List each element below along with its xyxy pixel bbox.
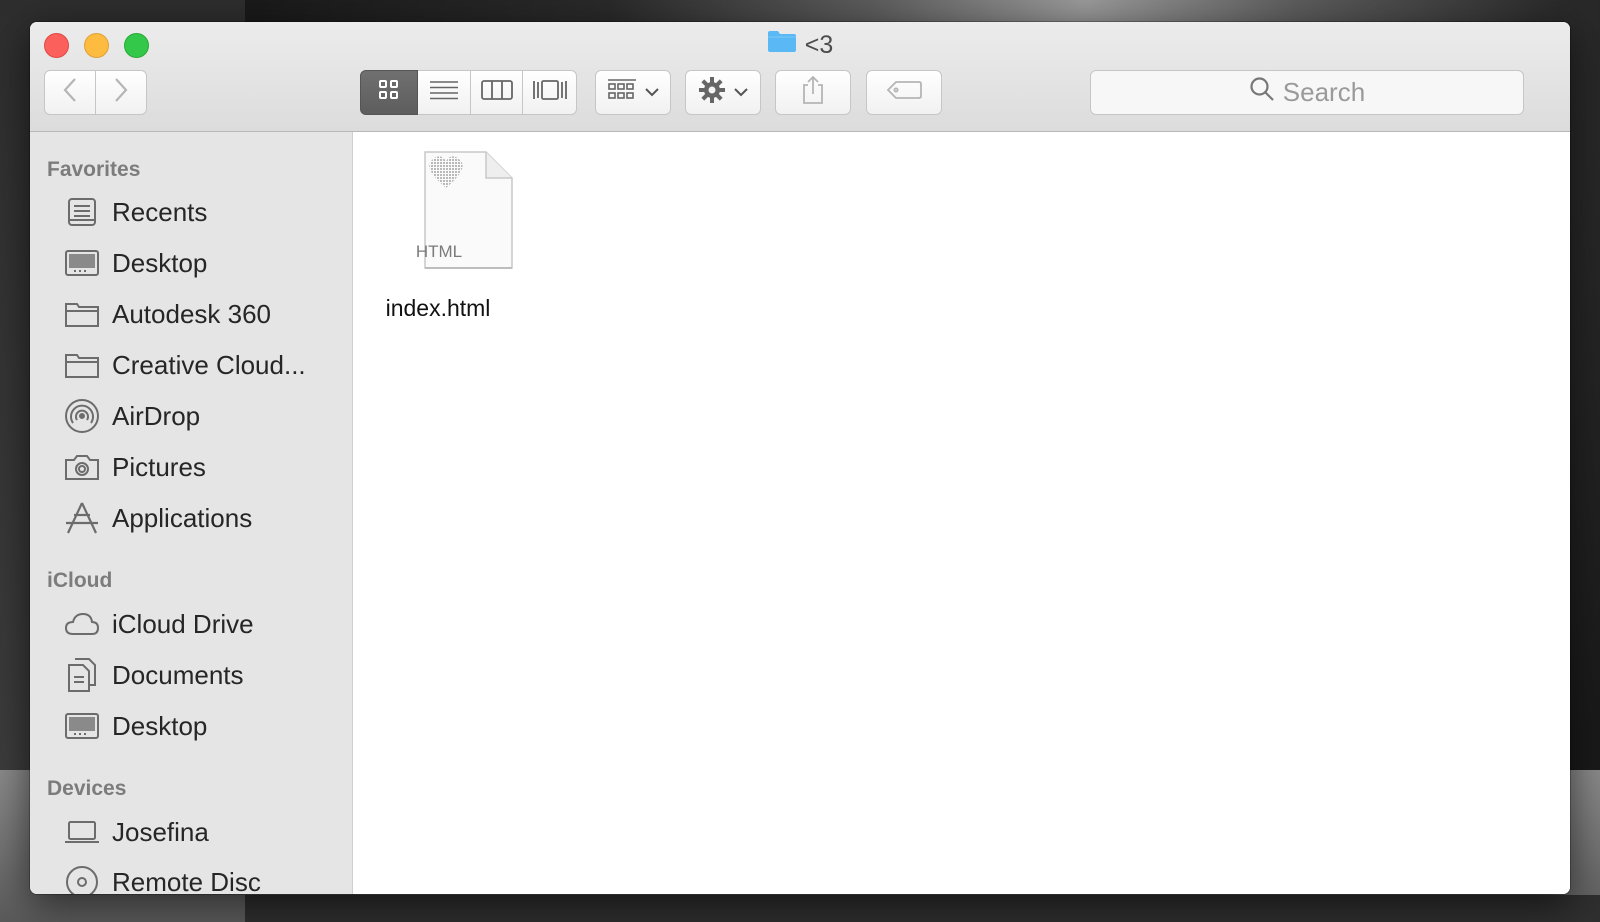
documents-icon <box>64 657 100 693</box>
cover-flow-icon <box>532 79 568 106</box>
laptop-icon <box>64 814 100 850</box>
search-placeholder: Search <box>1282 77 1366 107</box>
sidebar-item-label: Pictures <box>112 451 206 482</box>
finder-window: <3 Search Favorites Recents Desktop Auto… <box>30 22 1570 894</box>
share-icon <box>801 75 825 110</box>
folder-icon <box>767 29 797 60</box>
sidebar-item-pictures[interactable]: Pictures <box>64 445 206 489</box>
favorites-header: Favorites <box>47 158 141 181</box>
sidebar-item-label: Documents <box>112 659 244 690</box>
sidebar-item-label: Recents <box>112 196 208 227</box>
devices-header: Devices <box>47 777 127 800</box>
file-item[interactable]: HTML index.html <box>386 150 543 322</box>
tag-icon <box>886 80 922 105</box>
file-type-label: HTML <box>415 242 463 261</box>
back-button[interactable] <box>44 70 96 115</box>
folder-icon <box>64 347 100 383</box>
chevron-down-icon <box>734 84 748 102</box>
column-view-icon <box>480 80 513 105</box>
window-title: <3 <box>30 30 1570 60</box>
sidebar-item-label: Creative Cloud... <box>112 349 306 380</box>
camera-icon <box>64 449 100 485</box>
sidebar-item-applications[interactable]: Applications <box>64 496 252 540</box>
sidebar-item-recents[interactable]: Recents <box>64 190 207 234</box>
desktop-background-strip <box>245 895 1600 922</box>
cloud-icon <box>64 606 100 642</box>
applications-icon <box>64 500 100 536</box>
sidebar-item-icloud-desktop[interactable]: Desktop <box>64 704 207 748</box>
list-view-button[interactable] <box>418 70 471 115</box>
sidebar-item-remote-disc[interactable]: Remote Disc <box>64 860 261 894</box>
sidebar-item-label: iCloud Drive <box>112 608 254 639</box>
forward-button[interactable] <box>96 70 147 115</box>
group-by-button[interactable] <box>595 70 671 115</box>
icon-view-icon <box>378 79 400 106</box>
icon-view-button[interactable] <box>360 70 418 115</box>
file-name: index.html <box>385 295 491 321</box>
sidebar-item-label: Remote Disc <box>112 866 261 895</box>
sidebar-item-desktop[interactable]: Desktop <box>64 241 207 285</box>
gear-icon <box>698 76 726 109</box>
desktop-icon <box>64 245 100 281</box>
icloud-header: iCloud <box>47 569 113 592</box>
folder-icon <box>64 296 100 332</box>
sidebar-item-icloud-drive[interactable]: iCloud Drive <box>64 602 254 646</box>
sidebar-item-documents[interactable]: Documents <box>64 653 244 697</box>
disc-icon <box>64 864 100 894</box>
search-field[interactable]: Search <box>1090 70 1524 115</box>
share-button[interactable] <box>775 70 851 115</box>
sidebar-item-label: Desktop <box>112 247 208 278</box>
file-browser: HTML index.html <box>353 132 1570 894</box>
cover-flow-button[interactable] <box>523 70 577 115</box>
toolbar: <3 Search <box>30 22 1570 132</box>
list-view-icon <box>429 80 459 105</box>
window-title-text: <3 <box>804 31 834 59</box>
chevron-right-icon <box>113 77 129 108</box>
sidebar-item-label: Josefina <box>112 816 209 847</box>
sidebar: Favorites Recents Desktop Autodesk 360 C… <box>30 132 353 894</box>
recents-icon <box>64 194 100 230</box>
sidebar-item-label: Desktop <box>112 710 208 741</box>
desktop-icon <box>64 708 100 744</box>
sidebar-item-label: Applications <box>112 502 253 533</box>
chevron-down-icon <box>645 84 659 102</box>
tag-button[interactable] <box>866 70 942 115</box>
column-view-button[interactable] <box>471 70 523 115</box>
group-by-icon <box>607 78 637 107</box>
sidebar-item-airdrop[interactable]: AirDrop <box>64 394 200 438</box>
sidebar-item-josefina[interactable]: Josefina <box>64 810 209 854</box>
search-icon <box>1249 76 1283 109</box>
sidebar-item-autodesk-360[interactable]: Autodesk 360 <box>64 292 271 336</box>
sidebar-item-label: Autodesk 360 <box>112 298 272 329</box>
airdrop-icon <box>64 398 100 434</box>
sidebar-item-label: AirDrop <box>112 400 201 431</box>
chevron-left-icon <box>62 77 78 108</box>
action-button[interactable] <box>685 70 761 115</box>
sidebar-item-creative-cloud[interactable]: Creative Cloud... <box>64 343 306 387</box>
